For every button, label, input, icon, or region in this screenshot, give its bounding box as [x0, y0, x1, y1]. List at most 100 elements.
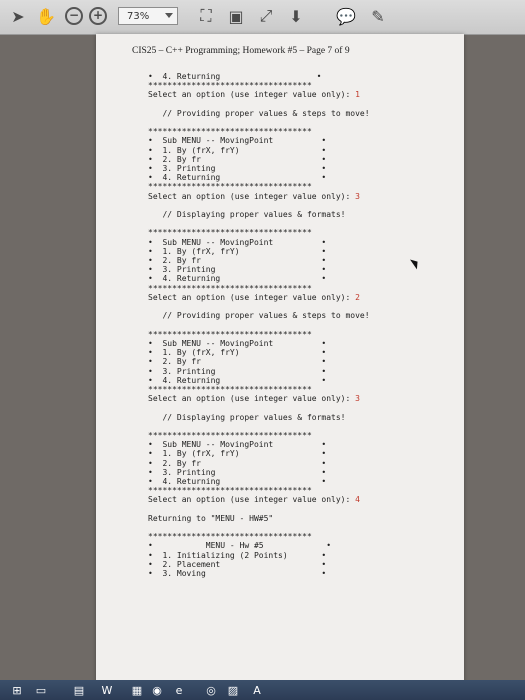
console-line: Select an option (use integer value only… [148, 90, 448, 99]
document-page: CIS25 – C++ Programming; Homework #5 – P… [96, 34, 464, 684]
console-line: • 4. Returning • [148, 173, 448, 182]
console-line [148, 100, 448, 109]
console-line: • 2. By fr • [148, 357, 448, 366]
zoom-value: 73% [127, 10, 150, 22]
console-line: ********************************** [148, 284, 448, 293]
fit-page-icon[interactable]: ⛶ [196, 6, 216, 26]
console-text: Select an option (use integer value only… [148, 191, 356, 201]
console-line: Returning to "MENU - HW#5" [148, 514, 448, 523]
console-line: Select an option (use integer value only… [148, 192, 448, 201]
console-text: ********************************** [148, 127, 312, 137]
console-text: ********************************** [148, 81, 312, 91]
plus-circle-icon[interactable]: + [88, 6, 108, 26]
console-text: • 4. Returning • [148, 476, 327, 486]
console-text: • Sub MENU -- MovingPoint • [148, 136, 327, 146]
console-line: Select an option (use integer value only… [148, 293, 448, 302]
console-line: ********************************** [148, 182, 448, 191]
console-line: • 1. By (frX, frY) • [148, 146, 448, 155]
console-line [148, 201, 448, 210]
console-line: ********************************** [148, 330, 448, 339]
console-line: • 3. Moving • [148, 569, 448, 578]
console-text: Select an option (use integer value only… [148, 495, 356, 505]
console-text: • 1. By (frX, frY) • [148, 246, 327, 256]
console-text: • 1. By (frX, frY) • [148, 145, 327, 155]
minus-circle-icon[interactable]: − [64, 6, 84, 26]
console-line: • 2. By fr • [148, 459, 448, 468]
task-view-icon[interactable]: ▭ [34, 683, 48, 697]
console-text: • 4. Returning • [148, 72, 322, 81]
console-text: Select an option (use integer value only… [148, 90, 356, 100]
console-line: // Displaying proper values & formats! [148, 413, 448, 422]
console-text: • 1. By (frX, frY) • [148, 348, 327, 358]
start-icon[interactable]: ⊞ [10, 683, 24, 697]
console-line: // Displaying proper values & formats! [148, 210, 448, 219]
console-text: • 4. Returning • [148, 173, 327, 183]
pen-icon[interactable]: ✎ [368, 6, 388, 26]
app-icon[interactable]: ▦ [130, 683, 144, 697]
console-text: • 4. Returning • [148, 375, 327, 385]
photos-icon[interactable]: ▨ [226, 683, 240, 697]
console-text: • 2. By fr • [148, 256, 327, 266]
chevron-down-icon [165, 13, 173, 18]
console-user-input: 1 [355, 90, 360, 100]
console-text: • MENU - Hw #5 • [148, 541, 332, 551]
full-screen-icon[interactable]: ⤢ [256, 6, 276, 26]
console-user-input: 2 [355, 292, 360, 302]
acrobat-icon[interactable]: A [250, 683, 264, 697]
console-line: ********************************** [148, 127, 448, 136]
console-line: Select an option (use integer value only… [148, 495, 448, 504]
console-text: // Displaying proper values & formats! [148, 210, 346, 220]
console-line: • 1. By (frX, frY) • [148, 348, 448, 357]
console-line: ********************************** [148, 532, 448, 541]
file-explorer-icon[interactable]: ▤ [72, 683, 86, 697]
console-text: ********************************** [148, 486, 312, 496]
console-line: Select an option (use integer value only… [148, 394, 448, 403]
console-line [148, 523, 448, 532]
console-line: // Providing proper values & steps to mo… [148, 311, 448, 320]
console-line [148, 505, 448, 514]
console-text: // Providing proper values & steps to mo… [148, 108, 370, 118]
console-text: // Displaying proper values & formats! [148, 412, 346, 422]
page-header: CIS25 – C++ Programming; Homework #5 – P… [132, 46, 350, 56]
comment-icon[interactable]: 💬 [336, 6, 356, 26]
console-text: • 2. Placement • [148, 559, 327, 569]
firefox-icon[interactable]: ◉ [150, 683, 164, 697]
console-line: • 1. By (frX, frY) • [148, 247, 448, 256]
console-line: • 3. Printing • [148, 468, 448, 477]
console-text: • 3. Printing • [148, 366, 327, 376]
download-icon[interactable]: ⬇ [286, 6, 306, 26]
console-line: • 2. By fr • [148, 155, 448, 164]
console-line: • 4. Returning • [148, 72, 448, 81]
console-line: • 3. Printing • [148, 265, 448, 274]
pdf-toolbar: ➤ ✋ − + 73% ⛶ ▣ ⤢ ⬇ 💬 ✎ [0, 0, 525, 35]
console-line: • MENU - Hw #5 • [148, 541, 448, 550]
console-line: • Sub MENU -- MovingPoint • [148, 136, 448, 145]
console-text: ********************************** [148, 283, 312, 293]
console-line: • Sub MENU -- MovingPoint • [148, 440, 448, 449]
console-text: • Sub MENU -- MovingPoint • [148, 338, 327, 348]
console-text: Select an option (use integer value only… [148, 394, 356, 404]
word-icon[interactable]: W [100, 683, 114, 697]
console-line: • Sub MENU -- MovingPoint • [148, 238, 448, 247]
console-line: ********************************** [148, 385, 448, 394]
console-text: ********************************** [148, 532, 312, 542]
console-text: ********************************** [148, 384, 312, 394]
edge-icon[interactable]: e [172, 683, 186, 697]
arrow-pointer-icon[interactable]: ➤ [8, 6, 28, 26]
console-text: • Sub MENU -- MovingPoint • [148, 237, 327, 247]
fit-width-icon[interactable]: ▣ [226, 6, 246, 26]
zoom-select[interactable]: 73% [118, 7, 178, 25]
hand-icon[interactable]: ✋ [36, 6, 56, 26]
console-text: • 1. By (frX, frY) • [148, 449, 327, 459]
console-line: • 3. Printing • [148, 164, 448, 173]
console-text: • 3. Printing • [148, 164, 327, 174]
taskbar: ⊞ ▭ ▤ W ▦ ◉ e ◎ ▨ A [0, 680, 525, 700]
chrome-icon[interactable]: ◎ [204, 683, 218, 697]
